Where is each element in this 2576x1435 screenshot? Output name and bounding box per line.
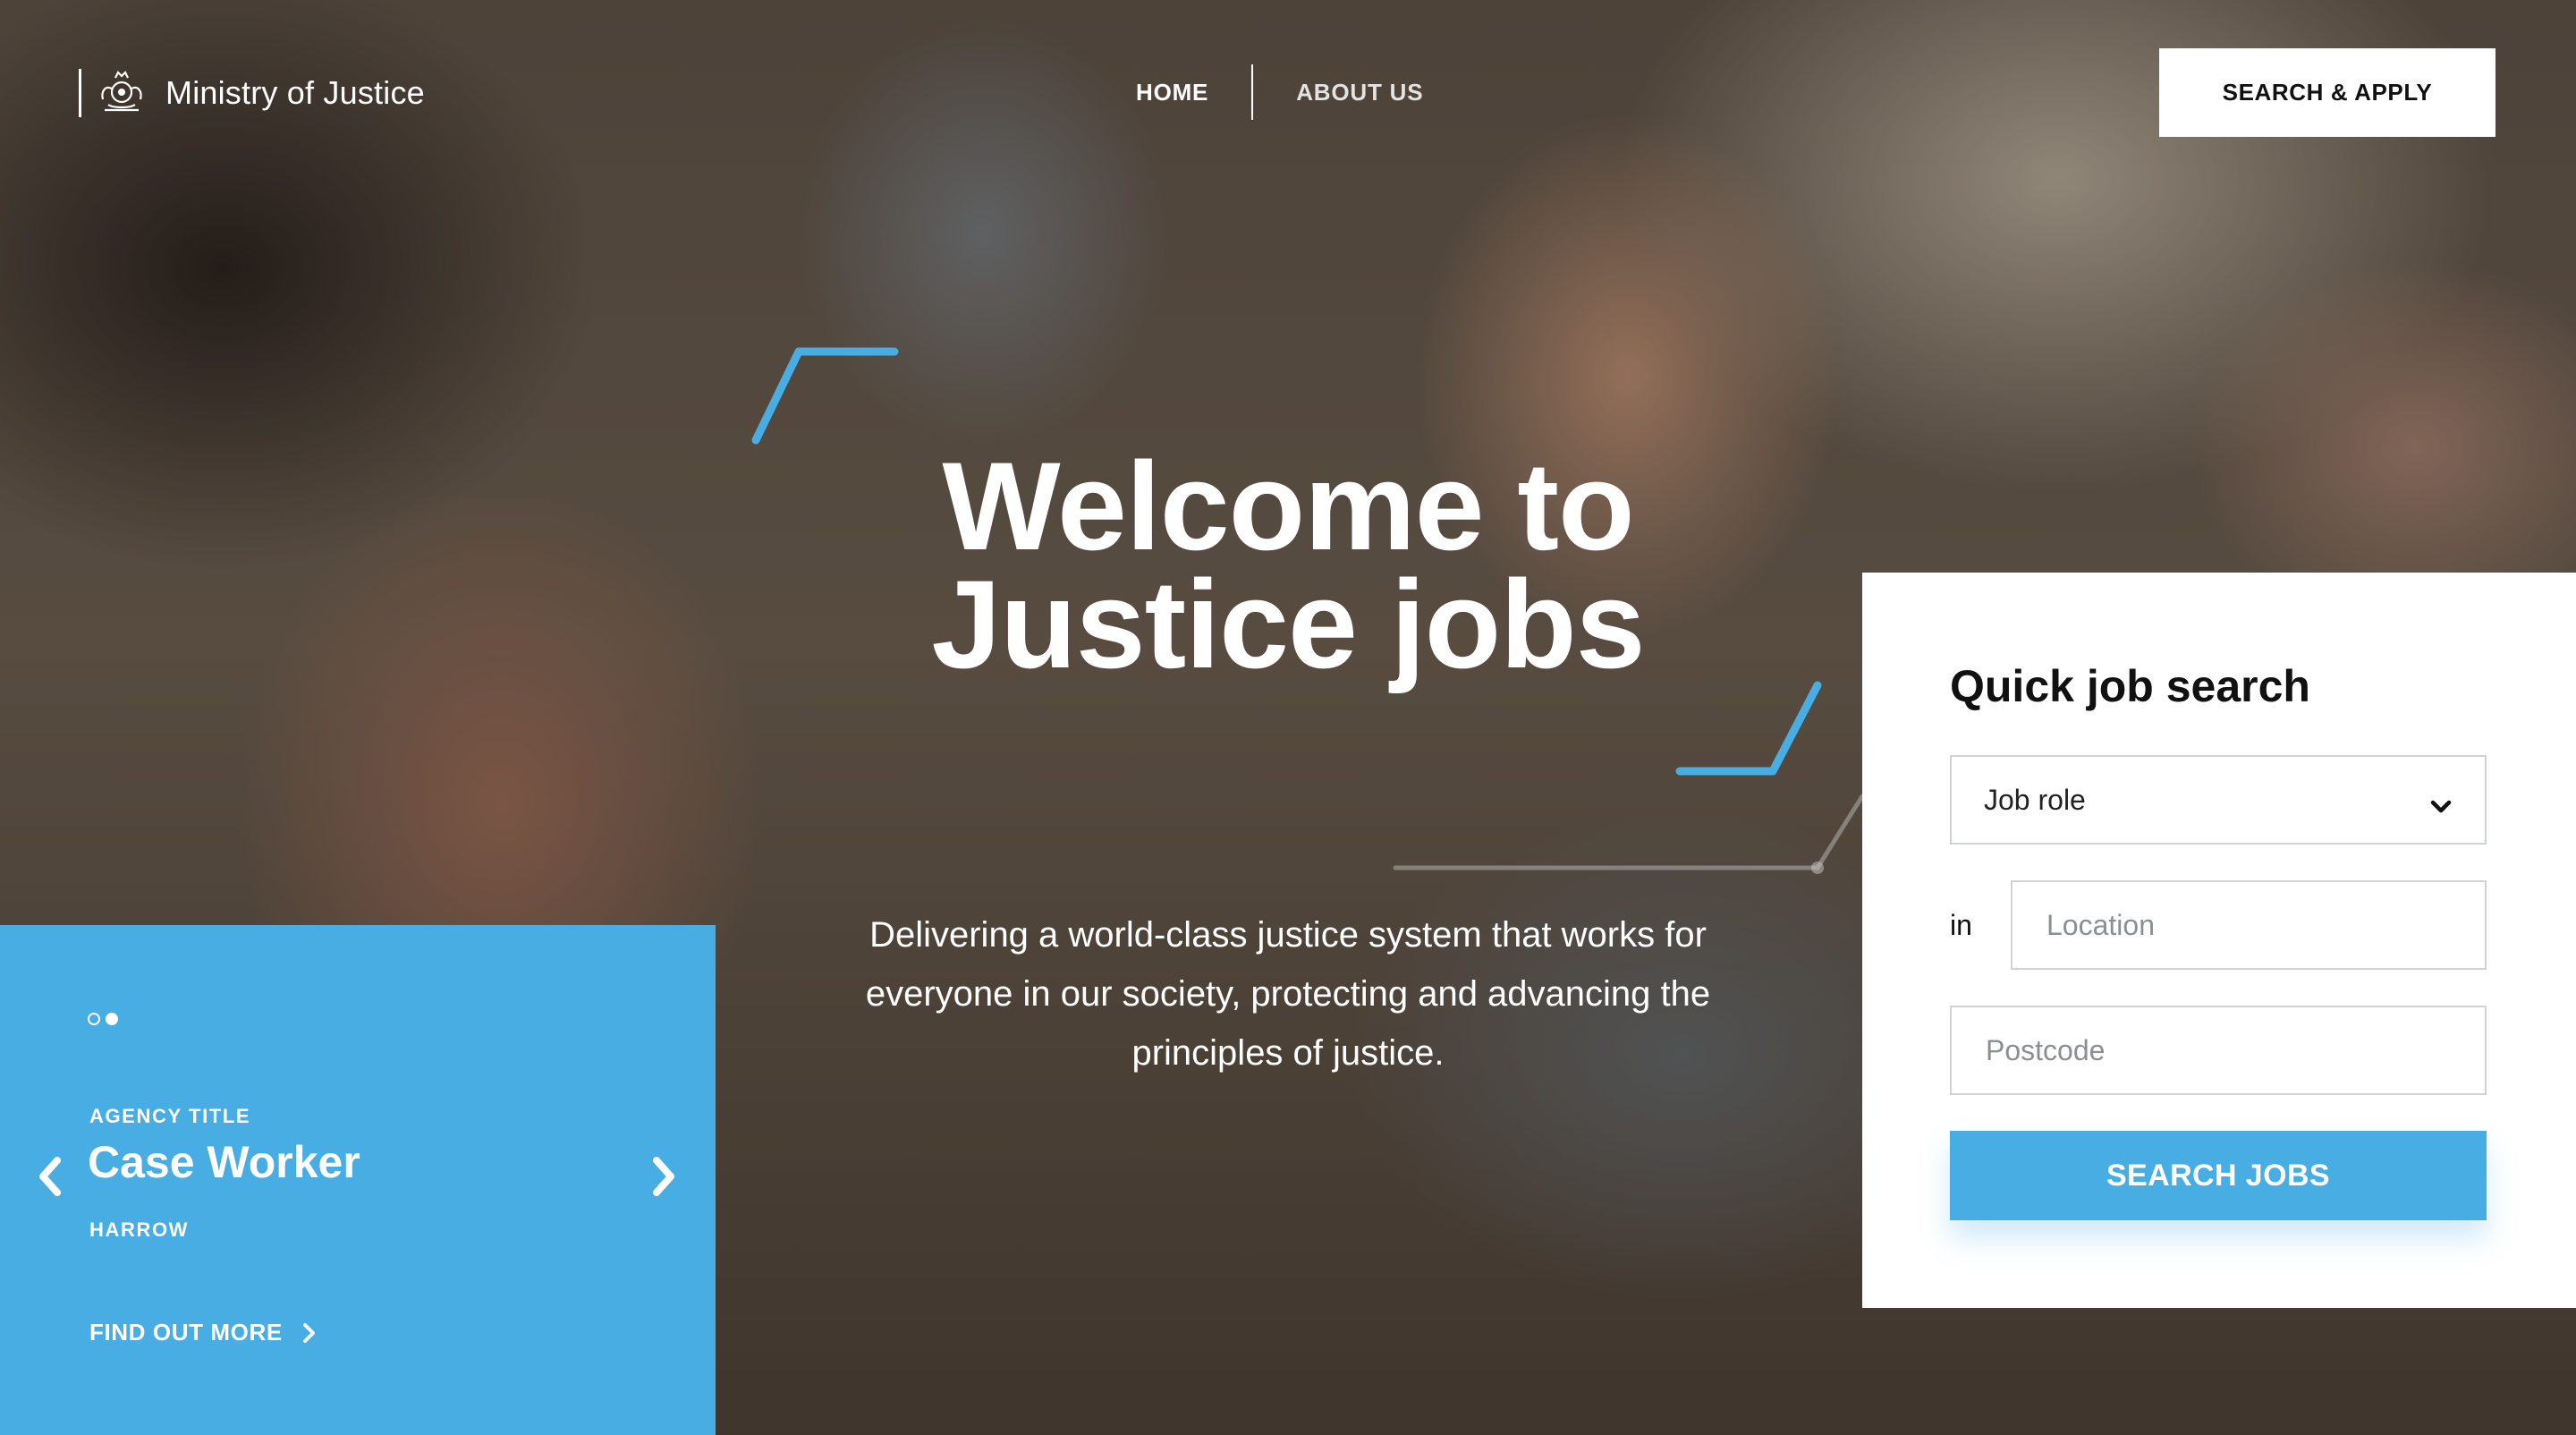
postcode-input[interactable] <box>1984 1032 2485 1068</box>
location-field-wrapper <box>2011 880 2487 970</box>
search-apply-button[interactable]: SEARCH & APPLY <box>2159 48 2496 137</box>
carousel-dot-2-active[interactable] <box>106 1013 118 1025</box>
carousel-dot-1[interactable] <box>88 1013 100 1025</box>
location-input[interactable] <box>2045 907 2485 943</box>
hero-title-line-2: Justice jobs <box>931 554 1645 694</box>
job-role-value: Job role <box>1984 783 2086 816</box>
hero-subtitle-line-2: everyone in our society, protecting and … <box>865 974 1711 1014</box>
find-out-more-label: FIND OUT MORE <box>89 1319 283 1346</box>
carousel-prev-button[interactable] <box>27 1147 72 1210</box>
hero-subtitle-line-3: principles of justice. <box>1131 1033 1445 1073</box>
chevron-left-icon <box>36 1155 63 1202</box>
hero-subtitle: Delivering a world-class justice system … <box>805 905 1771 1083</box>
carousel-dots <box>88 1013 123 1025</box>
org-name: Ministry of Justice <box>165 74 425 111</box>
job-location: HARROW <box>89 1218 190 1241</box>
ministry-logo[interactable]: Ministry of Justice <box>79 68 425 118</box>
nav-home[interactable]: HOME <box>1136 79 1208 106</box>
search-jobs-button[interactable]: SEARCH JOBS <box>1950 1131 2487 1220</box>
chevron-down-icon <box>2429 789 2453 822</box>
find-out-more-link[interactable]: FIND OUT MORE <box>89 1319 317 1346</box>
agency-title: AGENCY TITLE <box>89 1105 251 1127</box>
postcode-field-wrapper <box>1950 1006 2487 1095</box>
chevron-right-icon <box>302 1322 317 1344</box>
hero-title: Welcome to Justice jobs <box>805 444 1771 687</box>
job-title: Case Worker <box>88 1137 360 1187</box>
quick-search-title: Quick job search <box>1950 661 2310 711</box>
logo-divider <box>79 69 81 117</box>
hero-subtitle-line-1: Delivering a world-class justice system … <box>869 915 1707 955</box>
carousel-next-button[interactable] <box>642 1147 687 1210</box>
nav-about-us[interactable]: ABOUT US <box>1296 79 1423 106</box>
in-label: in <box>1950 909 1972 941</box>
main-nav: HOME ABOUT US <box>1136 63 1423 122</box>
royal-crest-icon <box>96 69 148 117</box>
job-role-select[interactable]: Job role <box>1950 755 2487 845</box>
nav-divider <box>1251 64 1254 120</box>
chevron-right-icon <box>651 1155 678 1202</box>
